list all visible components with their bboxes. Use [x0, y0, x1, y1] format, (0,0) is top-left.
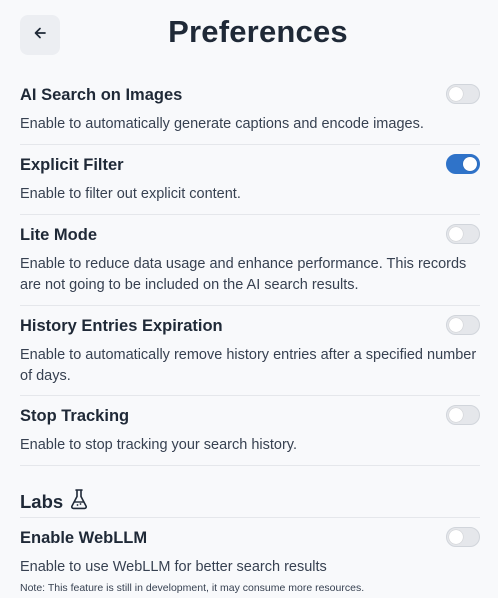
header: Preferences — [0, 0, 498, 70]
setting-title: Lite Mode — [20, 226, 97, 244]
setting-title: Explicit Filter — [20, 156, 124, 174]
setting-enable-webllm: Enable WebLLM Enable to use WebLLM for b… — [20, 527, 480, 594]
setting-title: History Entries Expiration — [20, 317, 223, 335]
divider — [20, 395, 480, 396]
toggle-knob — [449, 530, 463, 544]
divider — [20, 305, 480, 306]
lite-mode-toggle[interactable] — [446, 224, 480, 244]
toggle-knob — [463, 157, 477, 171]
setting-title: AI Search on Images — [20, 86, 183, 104]
page-title: Preferences — [168, 14, 348, 49]
setting-explicit-filter: Explicit Filter Enable to filter out exp… — [20, 154, 480, 205]
divider — [20, 517, 480, 518]
toggle-knob — [449, 318, 463, 332]
setting-stop-tracking: Stop Tracking Enable to stop tracking yo… — [20, 405, 480, 456]
setting-lite-mode: Lite Mode Enable to reduce data usage an… — [20, 224, 480, 296]
setting-title: Stop Tracking — [20, 407, 130, 425]
labs-heading-label: Labs — [20, 490, 64, 512]
setting-history-entries-expiration: History Entries Expiration Enable to aut… — [20, 315, 480, 387]
setting-title: Enable WebLLM — [20, 529, 148, 547]
setting-ai-search-on-images: AI Search on Images Enable to automatica… — [20, 84, 480, 135]
toggle-knob — [449, 408, 463, 422]
explicit-filter-toggle[interactable] — [446, 154, 480, 174]
webllm-toggle[interactable] — [446, 527, 480, 547]
setting-description: Enable to filter out explicit content. — [20, 186, 241, 202]
stop-tracking-toggle[interactable] — [446, 405, 480, 425]
setting-description: Enable to reduce data usage and enhance … — [20, 256, 467, 293]
setting-note: Note: This feature is still in developme… — [20, 582, 365, 594]
toggle-knob — [449, 87, 463, 101]
setting-description: Enable to use WebLLM for better search r… — [20, 559, 327, 575]
divider — [20, 214, 480, 215]
divider — [20, 465, 480, 466]
labs-heading: Labs — [20, 488, 89, 515]
setting-description: Enable to automatically generate caption… — [20, 116, 424, 132]
toggle-knob — [449, 227, 463, 241]
setting-description: Enable to stop tracking your search hist… — [20, 437, 297, 453]
divider — [20, 144, 480, 145]
flask-icon — [69, 488, 89, 515]
ai-search-toggle[interactable] — [446, 84, 480, 104]
history-expiration-toggle[interactable] — [446, 315, 480, 335]
setting-description: Enable to automatically remove history e… — [20, 347, 477, 384]
